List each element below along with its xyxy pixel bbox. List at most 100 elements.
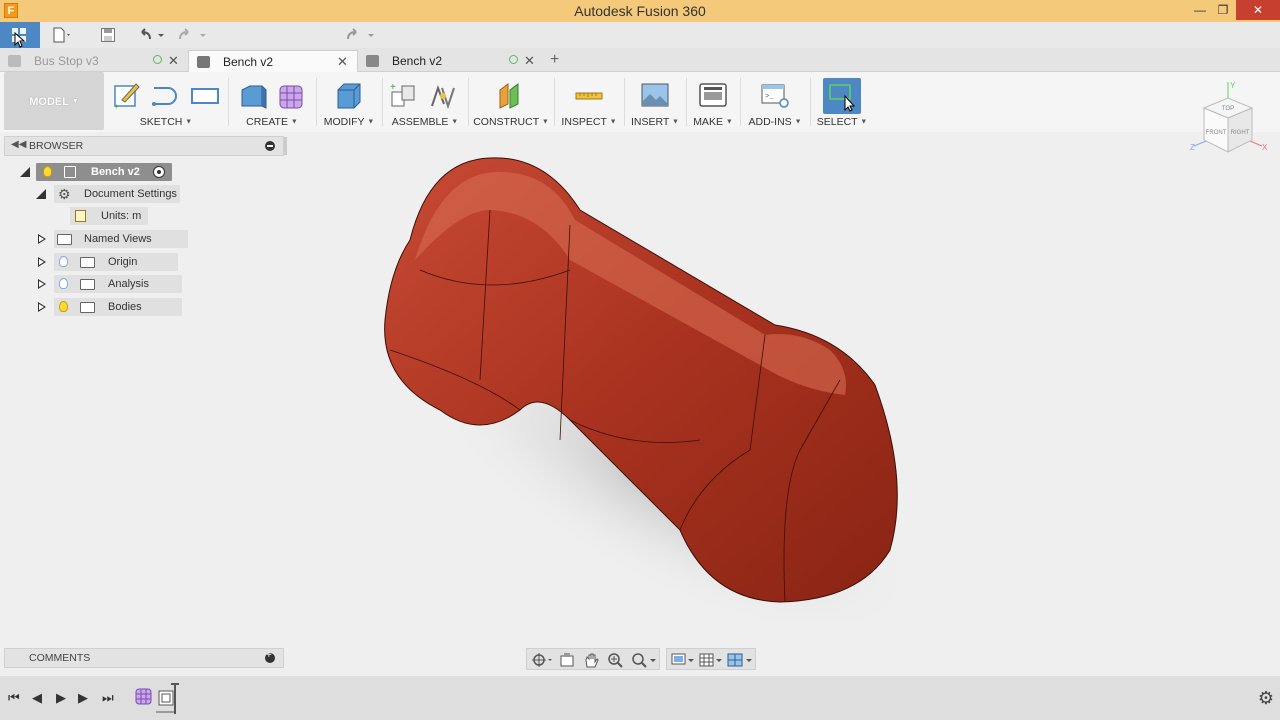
- collapse-browser-icon[interactable]: ◀◀: [11, 139, 26, 150]
- measure-icon[interactable]: [574, 80, 604, 110]
- form-box-icon[interactable]: [276, 80, 306, 110]
- sketch-group[interactable]: + SKETCH ▼: [108, 72, 224, 130]
- view-cube[interactable]: TOP FRONT RIGHT Y Z X: [1190, 80, 1270, 160]
- save-icon[interactable]: [100, 27, 116, 43]
- browser-analysis[interactable]: Analysis: [36, 275, 196, 293]
- visibility-bulb-icon[interactable]: [59, 278, 68, 289]
- toolbar-divider: [686, 78, 687, 126]
- collapsed-arrow-icon[interactable]: [38, 302, 46, 312]
- extrude-icon[interactable]: [238, 80, 268, 110]
- visibility-bulb-icon[interactable]: [43, 166, 52, 177]
- insert-group[interactable]: INSERT ▼: [628, 72, 682, 130]
- analysis-label: Analysis: [108, 278, 149, 290]
- assemble-group[interactable]: + ASSEMBLE ▼: [386, 72, 464, 130]
- press-pull-icon[interactable]: [334, 80, 364, 110]
- add-ins-group[interactable]: >_ ADD-INS ▼: [744, 72, 806, 130]
- grid-snaps-icon[interactable]: [699, 652, 723, 668]
- toolbar-divider: [810, 78, 811, 126]
- make-group[interactable]: MAKE ▼: [690, 72, 736, 130]
- line-icon[interactable]: [150, 80, 180, 110]
- rectangle-icon[interactable]: [190, 80, 220, 110]
- browser-named-views[interactable]: Named Views: [36, 230, 196, 248]
- canvas-image-icon[interactable]: [640, 80, 670, 110]
- offset-plane-icon[interactable]: [496, 80, 526, 110]
- new-component-icon[interactable]: +: [388, 80, 418, 110]
- file-menu-icon[interactable]: [52, 27, 74, 43]
- browser-minimize-icon[interactable]: [265, 141, 275, 151]
- expanded-arrow-icon[interactable]: [20, 167, 30, 177]
- close-tab-icon[interactable]: ✕: [168, 50, 179, 72]
- svg-text:>_: >_: [765, 93, 774, 101]
- bodies-label: Bodies: [108, 301, 142, 313]
- modify-group[interactable]: MODIFY ▼: [320, 72, 378, 130]
- modify-label: MODIFY: [323, 116, 365, 128]
- timeline-settings-icon[interactable]: ⚙: [1258, 688, 1274, 709]
- tab-bus-stop[interactable]: Bus Stop v3 ✕: [0, 50, 186, 72]
- view-cube-top-label: TOP: [1222, 106, 1234, 112]
- visibility-bulb-icon[interactable]: [59, 256, 68, 267]
- timeline-feature-marker-icon[interactable]: [156, 682, 186, 716]
- sync-status-icon: [153, 55, 162, 64]
- redo-icon[interactable]: [178, 27, 208, 43]
- look-at-icon[interactable]: [559, 652, 575, 668]
- tab-bench-second[interactable]: Bench v2 ✕: [358, 50, 544, 72]
- data-panel-grid-icon[interactable]: [0, 22, 40, 48]
- x-axis-label: X: [1262, 143, 1268, 152]
- collapsed-arrow-icon[interactable]: [38, 234, 46, 244]
- timeline-first-icon[interactable]: ⏮: [8, 690, 20, 706]
- display-settings-icon[interactable]: [671, 652, 695, 668]
- workspace-switcher[interactable]: MODEL ▼: [4, 72, 104, 130]
- comments-panel[interactable]: COMMENTS: [4, 648, 284, 668]
- timeline-form-feature-icon[interactable]: [134, 686, 154, 706]
- activate-radio-icon[interactable]: [153, 166, 165, 178]
- close-tab-icon[interactable]: ✕: [524, 50, 535, 72]
- quick-access-bar: [0, 22, 1280, 48]
- viewports-icon[interactable]: [727, 652, 753, 668]
- browser-origin[interactable]: Origin: [36, 253, 196, 271]
- new-tab-icon[interactable]: +: [550, 51, 559, 69]
- zoom-icon[interactable]: [607, 652, 623, 668]
- collapsed-arrow-icon[interactable]: [38, 257, 46, 267]
- document-icon: [64, 166, 76, 178]
- inspect-label: INSPECT: [561, 116, 607, 128]
- component-cube-icon: [197, 56, 210, 68]
- create-sketch-icon[interactable]: +: [112, 80, 142, 110]
- viewport-model[interactable]: [370, 150, 920, 620]
- units-label: Units: m: [101, 210, 142, 222]
- browser-units[interactable]: Units: m: [70, 207, 150, 225]
- browser-document-settings[interactable]: ⚙ Document Settings: [36, 185, 186, 203]
- gear-icon: ⚙: [58, 186, 71, 202]
- browser-panel-header[interactable]: ◀◀ BROWSER: [4, 136, 287, 156]
- fit-view-icon[interactable]: [631, 652, 657, 668]
- select-tool-icon[interactable]: [827, 82, 857, 112]
- close-tab-icon[interactable]: ✕: [337, 51, 348, 73]
- select-group[interactable]: SELECT ▼: [814, 72, 870, 130]
- visibility-bulb-icon[interactable]: [59, 301, 68, 312]
- timeline-next-icon[interactable]: ▶: [78, 690, 88, 706]
- toolbar-divider: [228, 78, 229, 126]
- scripts-icon[interactable]: >_: [760, 80, 790, 110]
- undo-icon[interactable]: [136, 27, 166, 43]
- timeline-play-icon[interactable]: ▶: [56, 690, 66, 706]
- orbit-icon[interactable]: [531, 652, 553, 668]
- pan-hand-icon[interactable]: [583, 652, 599, 668]
- construct-group[interactable]: CONSTRUCT ▼: [472, 72, 550, 130]
- inspect-group[interactable]: INSPECT ▼: [558, 72, 620, 130]
- close-button[interactable]: ✕: [1236, 0, 1280, 20]
- joint-icon[interactable]: [428, 80, 458, 110]
- timeline-last-icon[interactable]: ⏭: [102, 690, 114, 706]
- 3d-print-icon[interactable]: [698, 80, 728, 110]
- share-icon[interactable]: [346, 27, 376, 43]
- expanded-arrow-icon[interactable]: [36, 189, 46, 199]
- tab-label: Bus Stop v3: [34, 54, 99, 68]
- add-comment-icon[interactable]: [265, 650, 275, 663]
- restore-button[interactable]: ❐: [1208, 0, 1238, 20]
- browser-bodies[interactable]: Bodies: [36, 298, 196, 316]
- collapsed-arrow-icon[interactable]: [38, 279, 46, 289]
- timeline-prev-icon[interactable]: ◀: [32, 690, 42, 706]
- browser-root-node[interactable]: Bench v2: [20, 163, 180, 181]
- tab-bench-active[interactable]: Bench v2 ✕: [188, 50, 358, 72]
- browser-resize-handle[interactable]: [284, 137, 287, 155]
- create-group[interactable]: CREATE ▼: [232, 72, 312, 130]
- document-settings-label: Document Settings: [84, 188, 177, 200]
